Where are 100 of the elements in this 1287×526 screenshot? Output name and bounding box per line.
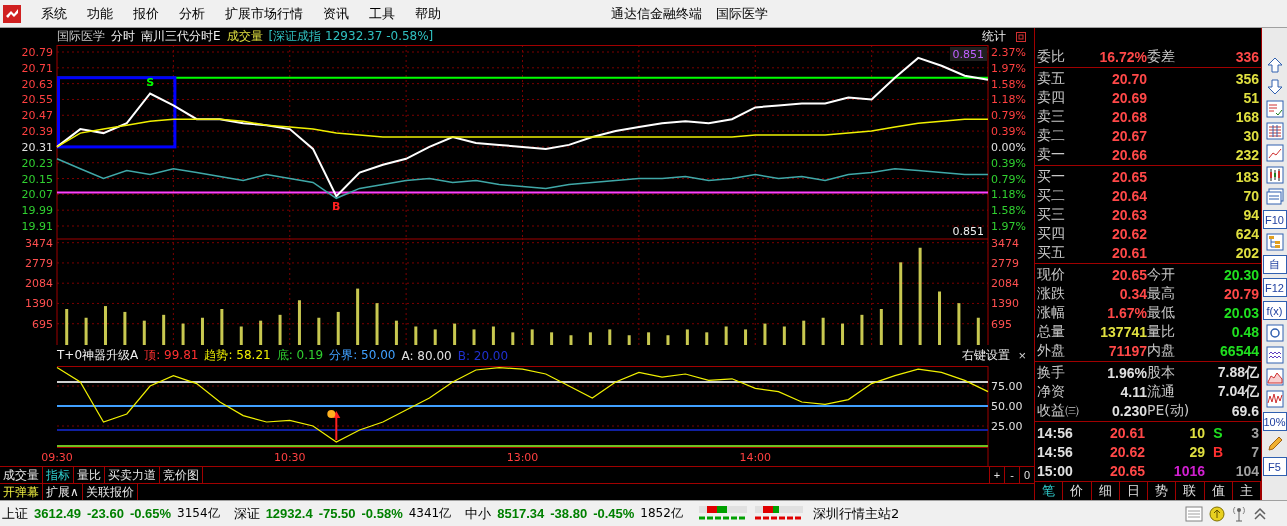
volume-bar	[821, 317, 825, 345]
tick-count: 7	[1250, 443, 1259, 460]
window-icon[interactable]	[1265, 188, 1284, 206]
volume-axis-label: 2779	[991, 256, 1019, 270]
chart-tab[interactable]: 指标	[43, 467, 74, 483]
extra-tab[interactable]: 开弹幕	[0, 484, 43, 500]
toolbar-button[interactable]: 自	[1262, 255, 1287, 274]
area-chart-icon[interactable]	[1265, 368, 1284, 386]
toolbar-button[interactable]: F5	[1262, 457, 1287, 476]
field-label: 委比	[1037, 47, 1066, 66]
field-label: 换手	[1037, 363, 1066, 382]
volume-bar	[200, 317, 204, 345]
volume-bar	[491, 326, 495, 345]
toolbar-button[interactable]: f(x)	[1262, 301, 1287, 320]
toolbar-button[interactable]: F12	[1262, 278, 1287, 297]
up-arrow-icon[interactable]	[1265, 56, 1284, 74]
volume-bar	[453, 323, 457, 345]
server-name: 深圳行情主站2	[812, 504, 900, 523]
menu-item[interactable]: 系统	[31, 4, 77, 23]
extra-tab[interactable]: 扩展∧	[43, 484, 83, 500]
order-level-label: 买五	[1037, 243, 1066, 262]
menu-item[interactable]: 扩展市场行情	[215, 4, 313, 23]
stats-label[interactable]: 统计	[982, 28, 1006, 45]
menu-item[interactable]: 工具	[359, 4, 405, 23]
window-title: 通达信金融终端	[611, 4, 702, 23]
index-overlay-label: [深证成指 12932.37 -0.58%]	[268, 28, 434, 45]
volume-bar	[336, 311, 340, 345]
order-volume: 624	[1234, 225, 1259, 242]
pencil-icon[interactable]	[1265, 435, 1284, 453]
checklist-icon[interactable]	[1265, 100, 1284, 118]
tree-icon[interactable]	[1265, 233, 1284, 251]
menu-item[interactable]: 分析	[169, 4, 215, 23]
order-volume: 356	[1234, 70, 1259, 87]
percent-axis-label: 2.37%	[991, 46, 1026, 59]
toolbar-button[interactable]: F10	[1262, 210, 1287, 229]
volume-bar	[414, 326, 418, 345]
candlestick-icon[interactable]	[1265, 166, 1284, 184]
menu-item[interactable]: 资讯	[313, 4, 359, 23]
indicator-axis-label: 25.00	[991, 420, 1023, 433]
window-stock-name: 国际医学	[716, 4, 768, 23]
volume-bar	[104, 306, 107, 345]
order-level-label: 卖四	[1037, 88, 1066, 107]
index-change: -75.50	[318, 506, 356, 521]
price-axis-label: 20.23	[21, 156, 53, 170]
order-volume: 51	[1242, 89, 1259, 106]
volume-bar	[841, 323, 845, 345]
percent-axis-label: 0.39%	[991, 125, 1026, 139]
order-level-label: 买三	[1037, 205, 1066, 224]
index-name: 上证	[2, 504, 28, 523]
chart-tab[interactable]: 竞价图	[160, 467, 203, 483]
down-arrow-icon[interactable]	[1265, 78, 1284, 96]
volume-bar	[744, 329, 748, 345]
order-volume: 202	[1234, 244, 1259, 261]
window-toggle-icon[interactable]	[1016, 31, 1026, 42]
settings-hint[interactable]: 右键设置	[962, 347, 1011, 364]
order-volume: 70	[1242, 187, 1259, 204]
tick-volume: 29	[1188, 443, 1205, 460]
table-icon[interactable]	[1265, 122, 1284, 140]
volume-bar	[782, 326, 786, 345]
close-button[interactable]: ×	[1016, 348, 1028, 363]
field-value: 4.11	[1119, 383, 1147, 400]
wave-chart-icon[interactable]	[1265, 346, 1284, 364]
price-axis-label: 20.71	[21, 61, 53, 75]
field-label: 涨跌	[1037, 284, 1066, 303]
chart-tab[interactable]: 成交量	[0, 467, 43, 483]
price-axis-label: 20.31	[21, 140, 53, 154]
volume-axis-label: 3474	[991, 238, 1019, 250]
volume-bar	[220, 309, 224, 345]
double-up-arrow-icon[interactable]	[1253, 505, 1267, 522]
antenna-icon[interactable]	[1231, 505, 1247, 522]
tick-side: B	[1211, 443, 1225, 460]
order-price: 20.61	[1110, 244, 1147, 261]
tick-side: S	[1212, 424, 1224, 441]
indicator-name: 南川三代分时E	[141, 28, 221, 45]
volume-bar	[627, 335, 631, 345]
volume-bar	[84, 317, 88, 345]
order-level-label: 买二	[1037, 186, 1066, 205]
field-label: 涨幅	[1037, 303, 1066, 322]
chart-tab[interactable]: 买卖力道	[105, 467, 160, 483]
chart-tab[interactable]: 量比	[74, 467, 105, 483]
menu-item[interactable]: 帮助	[405, 4, 451, 23]
zigzag-chart-icon[interactable]	[1265, 390, 1284, 408]
line-chart-icon[interactable]	[1265, 144, 1284, 162]
order-price: 20.63	[1110, 206, 1147, 223]
toolbar-button[interactable]: 10%	[1262, 412, 1287, 431]
menu-item[interactable]: 报价	[123, 4, 169, 23]
tick-count: 104	[1234, 462, 1259, 479]
index-value: 3612.49	[34, 506, 81, 521]
field-value: 20.30	[1222, 266, 1259, 283]
tick-count: 3	[1250, 424, 1259, 441]
field-value: 69.6	[1230, 402, 1259, 419]
volume-axis-label: 1390	[991, 297, 1019, 311]
coin-icon[interactable]	[1209, 505, 1225, 522]
menu-item[interactable]: 功能	[77, 4, 123, 23]
field-label: 收益㈢	[1037, 401, 1080, 420]
tick-price: 20.61	[1108, 424, 1145, 441]
index-value: 12932.4	[265, 506, 313, 521]
index-turnover: 3154亿	[177, 505, 220, 522]
field-value: 71197	[1107, 342, 1147, 359]
signal-marker: S	[146, 75, 155, 89]
